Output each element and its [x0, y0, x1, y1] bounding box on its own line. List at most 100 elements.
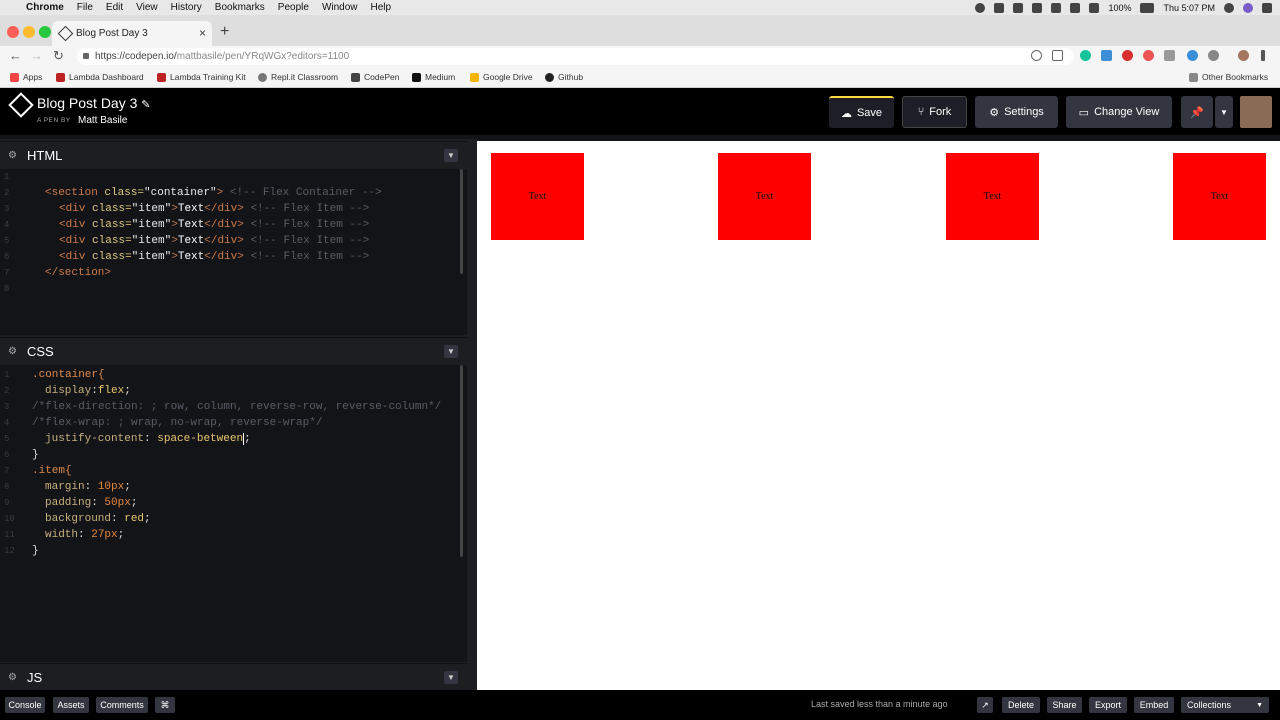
save-button[interactable]: ☁ Save	[829, 96, 894, 128]
browser-menu-icon[interactable]	[1261, 50, 1265, 61]
share-button[interactable]: Share	[1047, 697, 1082, 713]
comments-button[interactable]: Comments	[96, 697, 148, 713]
zoom-icon[interactable]	[1031, 50, 1042, 61]
assets-button[interactable]: Assets	[53, 697, 89, 713]
css-editor-header[interactable]: ⚙ CSS ▼	[0, 337, 467, 365]
menu-people[interactable]: People	[278, 2, 309, 13]
delete-button[interactable]: Delete	[1002, 697, 1040, 713]
codepen-favicon-icon	[57, 25, 74, 42]
close-tab-icon[interactable]: ×	[199, 26, 206, 40]
back-icon[interactable]: ←	[9, 48, 22, 63]
save-label: Save	[856, 107, 883, 119]
bookmark-google-drive[interactable]: Google Drive	[470, 72, 533, 82]
notification-center-icon[interactable]	[1262, 2, 1272, 13]
bluetooth-icon[interactable]	[1051, 2, 1062, 13]
creative-cloud-icon[interactable]	[1013, 2, 1024, 13]
extension-shield-icon[interactable]	[1143, 50, 1154, 61]
extension-pen-icon[interactable]	[1187, 50, 1198, 61]
code-line: }	[32, 449, 39, 461]
code-line: width: 27px;	[45, 529, 125, 541]
bookmark-replit-classroom[interactable]: Repl.it Classroom	[258, 72, 338, 82]
edit-pencil-icon[interactable]: ✎	[141, 99, 150, 111]
settings-button[interactable]: ⚙ Settings	[975, 96, 1058, 128]
css-editor-scrollbar[interactable]	[460, 365, 463, 557]
console-button[interactable]: Console	[5, 697, 45, 713]
pen-title[interactable]: Blog Post Day 3 ✎	[37, 95, 151, 111]
code-line: background: red;	[45, 513, 151, 525]
menu-help[interactable]: Help	[371, 2, 392, 13]
close-window-button[interactable]	[7, 26, 19, 38]
battery-icon[interactable]	[1140, 2, 1155, 13]
forward-icon[interactable]: →	[30, 48, 43, 63]
glasses-icon[interactable]	[994, 2, 1005, 13]
pin-button[interactable]: 📌	[1181, 96, 1213, 128]
menu-history[interactable]: History	[171, 2, 202, 13]
mac-menu-bar: Chrome File Edit View History Bookmarks …	[0, 0, 1280, 15]
pin-dropdown-button[interactable]: ▼	[1215, 96, 1233, 128]
url-bar[interactable]: https://codepen.io/mattbasile/pen/YRqWGx…	[77, 48, 1074, 65]
chevron-down-icon[interactable]: ▼	[444, 345, 458, 358]
fork-button[interactable]: ⑂ Fork	[902, 96, 967, 128]
grammarly-icon[interactable]	[1080, 50, 1091, 61]
bookmark-apps[interactable]: Apps	[10, 72, 42, 82]
record-icon[interactable]	[975, 2, 986, 13]
menu-file[interactable]: File	[77, 2, 93, 13]
zoom-window-button[interactable]	[39, 26, 51, 38]
menu-app-name[interactable]: Chrome	[26, 2, 64, 13]
chevron-down-icon[interactable]: ▼	[444, 149, 458, 162]
chevron-down-icon[interactable]: ▼	[444, 671, 458, 684]
bookmark-lambda-dashboard[interactable]: Lambda Dashboard	[56, 72, 144, 82]
embed-button[interactable]: Embed	[1134, 697, 1174, 713]
bookmark-other[interactable]: Other Bookmarks	[1189, 72, 1268, 82]
lock-icon	[83, 53, 89, 59]
change-view-button[interactable]: ▭ Change View	[1066, 96, 1172, 128]
menu-bookmarks[interactable]: Bookmarks	[215, 2, 265, 13]
fork-label: Fork	[929, 106, 952, 118]
battery-percent[interactable]: 100%	[1108, 3, 1131, 13]
siri-icon[interactable]	[1243, 2, 1253, 13]
gear-icon[interactable]: ⚙	[8, 346, 17, 357]
extension-megaphone-icon[interactable]	[1208, 50, 1219, 61]
profile-avatar-icon[interactable]	[1238, 50, 1249, 61]
js-editor-header[interactable]: ⚙ JS ▼	[0, 663, 467, 691]
menu-window[interactable]: Window	[322, 2, 358, 13]
volume-icon[interactable]	[1089, 2, 1100, 13]
extension-red-icon[interactable]	[1122, 50, 1133, 61]
bookmark-star-icon[interactable]	[1052, 50, 1063, 61]
reload-icon[interactable]: ↻	[53, 48, 64, 64]
open-in-new-icon[interactable]: ↗	[977, 697, 993, 713]
line-number: 11	[4, 530, 15, 540]
airplay-icon[interactable]	[1032, 2, 1043, 13]
bookmark-medium[interactable]: Medium	[412, 72, 455, 82]
clock[interactable]: Thu 5:07 PM	[1163, 3, 1215, 13]
bookmark-codepen[interactable]: CodePen	[351, 72, 399, 82]
resize-divider[interactable]	[467, 139, 477, 690]
bookmark-github[interactable]: Github	[545, 72, 583, 82]
line-number: 9	[4, 498, 10, 508]
bookmark-lambda-training-kit[interactable]: Lambda Training Kit	[157, 72, 246, 82]
gear-icon[interactable]: ⚙	[8, 672, 17, 683]
folder-icon	[1189, 72, 1198, 82]
menu-view[interactable]: View	[136, 2, 158, 13]
extension-grey-icon[interactable]	[1164, 50, 1175, 61]
keyboard-shortcuts-button[interactable]: ⌘	[155, 697, 175, 713]
wifi-icon[interactable]	[1070, 2, 1081, 13]
collections-dropdown[interactable]: Collections ▼	[1181, 697, 1269, 713]
result-preview: Text Text Text Text	[477, 141, 1280, 690]
html-editor-scrollbar[interactable]	[460, 169, 463, 274]
code-line: <div class="item">Text</div> <!-- Flex I…	[59, 203, 370, 215]
user-avatar[interactable]	[1240, 96, 1272, 128]
line-number: 3	[4, 204, 10, 214]
minimize-window-button[interactable]	[23, 26, 35, 38]
browser-tab[interactable]: Blog Post Day 3 ×	[52, 21, 212, 46]
css-code-editor[interactable]: 1 2 3 4 5 6 7 8 9 10 11 12 .container{ d…	[0, 365, 467, 662]
menu-edit[interactable]: Edit	[106, 2, 123, 13]
html-editor-header[interactable]: ⚙ HTML ▼	[0, 141, 467, 169]
pen-author-link[interactable]: Matt Basile	[78, 115, 127, 126]
html-code-editor[interactable]: 1 2 3 4 5 6 7 8 <section class="containe…	[0, 169, 467, 335]
new-tab-icon[interactable]: +	[220, 23, 229, 41]
export-button[interactable]: Export	[1089, 697, 1127, 713]
gear-icon[interactable]: ⚙	[8, 150, 17, 161]
extension-screen-icon[interactable]	[1101, 50, 1112, 61]
spotlight-search-icon[interactable]	[1224, 2, 1234, 13]
